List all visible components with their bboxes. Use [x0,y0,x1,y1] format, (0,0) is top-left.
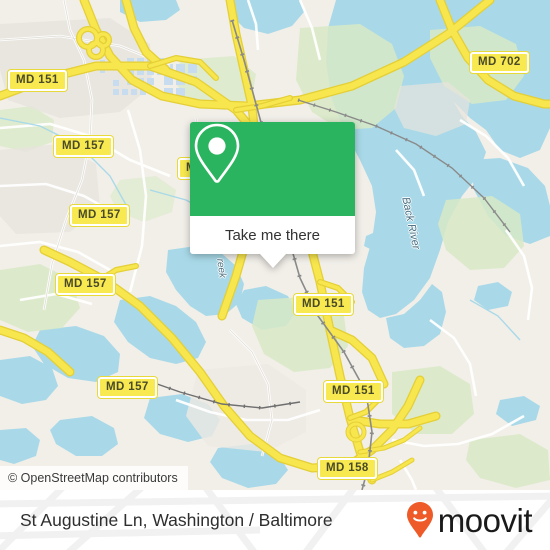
road-shield-md157-a: MD 157 [54,136,113,157]
callout-tail [259,254,286,268]
road-shield-md157-c: MD 157 [56,274,115,295]
road-shield-md702: MD 702 [470,52,529,73]
map-pin-icon [194,123,240,183]
location-title: St Augustine Ln, Washington / Baltimore [20,490,333,550]
moovit-smiley-pin-icon [406,502,433,538]
moovit-logo[interactable]: moovit [405,490,533,550]
footer-bar: St Augustine Ln, Washington / Baltimore … [0,490,550,550]
road-shield-md151-f: MD 151 [324,381,383,402]
moovit-map-screenshot: MD 151 MD 702 MD 157 MD 157 MD 151 MD 15… [0,0,550,550]
map-canvas[interactable]: MD 151 MD 702 MD 157 MD 157 MD 151 MD 15… [0,0,550,490]
road-shield-md157-d: MD 157 [98,377,157,398]
attribution-text: © OpenStreetMap contributors [8,471,178,485]
road-shield-md151-nw: MD 151 [8,70,67,91]
map-attribution[interactable]: © OpenStreetMap contributors [0,466,188,490]
destination-callout-card[interactable]: Take me there [190,122,355,268]
road-shield-md151-e: MD 151 [294,294,353,315]
callout-header [190,122,355,216]
location-title-text: St Augustine Ln, Washington / Baltimore [20,509,333,530]
road-shield-md157-b: MD 157 [70,205,129,226]
take-me-there-label: Take me there [224,226,321,244]
take-me-there-button[interactable]: Take me there [190,216,355,254]
road-shield-md158: MD 158 [318,458,377,479]
moovit-wordmark: moovit [437,501,533,539]
